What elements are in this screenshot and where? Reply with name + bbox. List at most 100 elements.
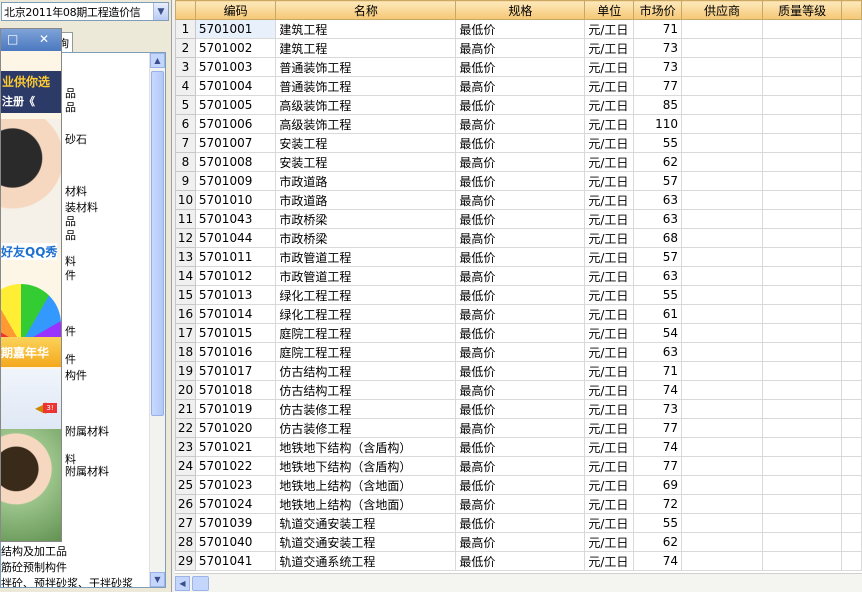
name-cell[interactable]: 地铁地上结构（含地面） bbox=[275, 494, 457, 514]
price-cell[interactable]: 57 bbox=[633, 171, 682, 191]
quality-header[interactable]: 质量等级 bbox=[761, 0, 843, 20]
unit-cell[interactable]: 元/工日 bbox=[584, 19, 635, 39]
tree-item[interactable]: 附属材料 bbox=[65, 423, 109, 439]
price-cell[interactable]: 63 bbox=[633, 342, 682, 362]
quality-cell[interactable] bbox=[761, 513, 843, 533]
price-cell[interactable]: 77 bbox=[633, 76, 682, 96]
period-select[interactable]: 北京2011年08期工程造价信 ▼ bbox=[1, 2, 169, 21]
code-cell[interactable]: 5701016 bbox=[194, 342, 277, 362]
table-row[interactable]: 14 5701012 市政管道工程 最高价 元/工日 63 bbox=[175, 266, 862, 286]
unit-cell[interactable]: 元/工日 bbox=[584, 475, 635, 495]
supplier-cell[interactable] bbox=[680, 57, 763, 77]
spec-cell[interactable]: 最高价 bbox=[455, 76, 586, 96]
extra-cell[interactable] bbox=[841, 38, 862, 58]
table-row[interactable]: 22 5701020 仿古装修工程 最高价 元/工日 77 bbox=[175, 418, 862, 438]
supplier-cell[interactable] bbox=[680, 133, 763, 153]
price-cell[interactable]: 55 bbox=[633, 285, 682, 305]
unit-cell[interactable]: 元/工日 bbox=[584, 114, 635, 134]
price-cell[interactable]: 74 bbox=[633, 380, 682, 400]
unit-cell[interactable]: 元/工日 bbox=[584, 323, 635, 343]
quality-cell[interactable] bbox=[761, 209, 843, 229]
quality-cell[interactable] bbox=[761, 57, 843, 77]
table-row[interactable]: 12 5701044 市政桥梁 最高价 元/工日 68 bbox=[175, 228, 862, 248]
unit-cell[interactable]: 元/工日 bbox=[584, 266, 635, 286]
name-cell[interactable]: 绿化工程工程 bbox=[275, 304, 457, 324]
spec-cell[interactable]: 最高价 bbox=[455, 152, 586, 172]
table-row[interactable]: 1 5701001 建筑工程 最低价 元/工日 71 bbox=[175, 19, 862, 39]
row-number[interactable]: 18 bbox=[175, 342, 196, 362]
extra-cell[interactable] bbox=[841, 475, 862, 495]
supplier-cell[interactable] bbox=[680, 247, 763, 267]
row-number[interactable]: 11 bbox=[175, 209, 196, 229]
unit-cell[interactable]: 元/工日 bbox=[584, 247, 635, 267]
row-number[interactable]: 5 bbox=[175, 95, 196, 115]
name-cell[interactable]: 高级装饰工程 bbox=[275, 114, 457, 134]
quality-cell[interactable] bbox=[761, 95, 843, 115]
row-number[interactable]: 1 bbox=[175, 19, 196, 39]
quality-cell[interactable] bbox=[761, 494, 843, 514]
extra-cell[interactable] bbox=[841, 57, 862, 77]
name-cell[interactable]: 绿化工程工程 bbox=[275, 285, 457, 305]
unit-cell[interactable]: 元/工日 bbox=[584, 152, 635, 172]
supplier-cell[interactable] bbox=[680, 418, 763, 438]
extra-cell[interactable] bbox=[841, 209, 862, 229]
supplier-cell[interactable] bbox=[680, 494, 763, 514]
supplier-cell[interactable] bbox=[680, 304, 763, 324]
spec-cell[interactable]: 最低价 bbox=[455, 95, 586, 115]
extra-cell[interactable] bbox=[841, 342, 862, 362]
table-row[interactable]: 4 5701004 普通装饰工程 最高价 元/工日 77 bbox=[175, 76, 862, 96]
supplier-cell[interactable] bbox=[680, 228, 763, 248]
tree-item[interactable]: 材料 bbox=[65, 183, 87, 199]
tree-item[interactable]: 附属材料 bbox=[65, 463, 109, 479]
name-cell[interactable]: 普通装饰工程 bbox=[275, 76, 457, 96]
spec-cell[interactable]: 最高价 bbox=[455, 494, 586, 514]
name-cell[interactable]: 安装工程 bbox=[275, 133, 457, 153]
quality-cell[interactable] bbox=[761, 285, 843, 305]
row-number[interactable]: 3 bbox=[175, 57, 196, 77]
name-cell[interactable]: 市政桥梁 bbox=[275, 209, 457, 229]
code-cell[interactable]: 5701006 bbox=[194, 114, 277, 134]
spec-cell[interactable]: 最低价 bbox=[455, 361, 586, 381]
supplier-cell[interactable] bbox=[680, 342, 763, 362]
price-cell[interactable]: 54 bbox=[633, 323, 682, 343]
row-number[interactable]: 6 bbox=[175, 114, 196, 134]
table-row[interactable]: 15 5701013 绿化工程工程 最低价 元/工日 55 bbox=[175, 285, 862, 305]
name-cell[interactable]: 轨道交通系统工程 bbox=[275, 551, 457, 571]
name-cell[interactable]: 市政道路 bbox=[275, 190, 457, 210]
name-cell[interactable]: 庭院工程工程 bbox=[275, 323, 457, 343]
supplier-cell[interactable] bbox=[680, 19, 763, 39]
table-row[interactable]: 2 5701002 建筑工程 最高价 元/工日 73 bbox=[175, 38, 862, 58]
tree-item[interactable]: 品 bbox=[65, 99, 76, 115]
quality-cell[interactable] bbox=[761, 190, 843, 210]
quality-cell[interactable] bbox=[761, 361, 843, 381]
code-cell[interactable]: 5701039 bbox=[194, 513, 277, 533]
ad-qq-text[interactable]: 好友QQ秀 bbox=[1, 243, 58, 260]
row-number[interactable]: 8 bbox=[175, 152, 196, 172]
quality-cell[interactable] bbox=[761, 418, 843, 438]
code-cell[interactable]: 5701014 bbox=[194, 304, 277, 324]
row-number[interactable]: 21 bbox=[175, 399, 196, 419]
supplier-cell[interactable] bbox=[680, 190, 763, 210]
spec-header[interactable]: 规格 bbox=[455, 0, 586, 20]
supplier-cell[interactable] bbox=[680, 399, 763, 419]
code-cell[interactable]: 5701041 bbox=[194, 551, 277, 571]
unit-cell[interactable]: 元/工日 bbox=[584, 342, 635, 362]
unit-cell[interactable]: 元/工日 bbox=[584, 380, 635, 400]
supplier-cell[interactable] bbox=[680, 38, 763, 58]
unit-cell[interactable]: 元/工日 bbox=[584, 133, 635, 153]
close-icon[interactable]: ✕ bbox=[39, 32, 49, 46]
price-cell[interactable]: 77 bbox=[633, 418, 682, 438]
tree-item[interactable]: 构件 bbox=[65, 367, 87, 383]
unit-cell[interactable]: 元/工日 bbox=[584, 38, 635, 58]
price-cell[interactable]: 63 bbox=[633, 190, 682, 210]
code-cell[interactable]: 5701022 bbox=[194, 456, 277, 476]
spec-cell[interactable]: 最低价 bbox=[455, 323, 586, 343]
code-cell[interactable]: 5701023 bbox=[194, 475, 277, 495]
table-row[interactable]: 8 5701008 安装工程 最高价 元/工日 62 bbox=[175, 152, 862, 172]
tree-item[interactable]: 砂石 bbox=[65, 131, 87, 147]
unit-cell[interactable]: 元/工日 bbox=[584, 361, 635, 381]
row-number[interactable]: 24 bbox=[175, 456, 196, 476]
name-cell[interactable]: 仿古装修工程 bbox=[275, 399, 457, 419]
unit-cell[interactable]: 元/工日 bbox=[584, 551, 635, 571]
quality-cell[interactable] bbox=[761, 133, 843, 153]
